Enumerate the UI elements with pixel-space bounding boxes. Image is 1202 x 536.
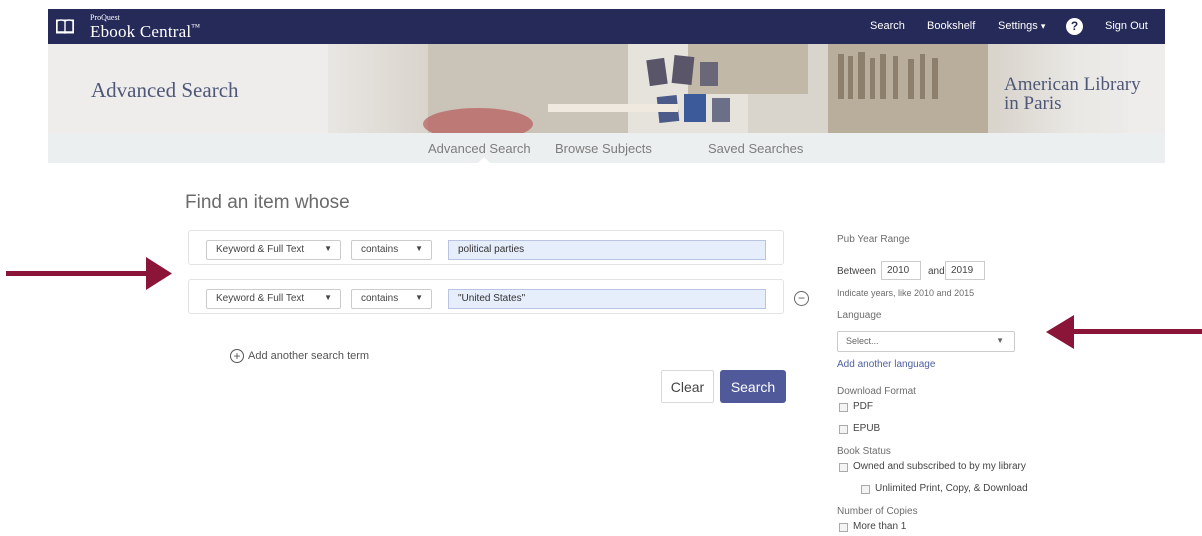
language-select-value: Select... [846,336,879,346]
tab-saved-searches[interactable]: Saved Searches [708,141,803,156]
unlimited-label: Unlimited Print, Copy, & Download [875,483,1028,494]
field-select[interactable]: Keyword & Full Text ▼ [206,240,341,260]
owned-checkbox[interactable] [839,463,848,472]
clear-button[interactable]: Clear [661,370,714,403]
settings-label: Settings [998,20,1038,32]
banner: Advanced Search American Library in Pari… [48,44,1165,133]
language-label: Language [837,310,882,321]
tab-browse-subjects[interactable]: Browse Subjects [555,141,652,156]
page-title: Advanced Search [91,78,239,102]
owned-label: Owned and subscribed to by my library [853,461,1026,472]
remove-row-icon[interactable]: − [794,291,809,306]
nav-signout-link[interactable]: Sign Out [1105,9,1148,44]
operator-select[interactable]: contains ▼ [351,289,432,309]
field-select[interactable]: Keyword & Full Text ▼ [206,289,341,309]
between-label: Between [837,266,876,277]
pdf-label: PDF [853,401,873,412]
sub-navigation: Advanced Search Browse Subjects Saved Se… [48,133,1165,163]
brand-ebook-central[interactable]: Ebook Central™ [90,22,200,42]
active-tab-caret [478,157,490,163]
epub-label: EPUB [853,423,881,434]
trademark: ™ [191,22,201,32]
help-icon[interactable]: ? [1066,18,1083,35]
left-annotation-arrow-icon [6,257,172,290]
operator-select-value: contains [361,293,399,304]
tab-advanced-search[interactable]: Advanced Search [428,141,531,156]
brand-name: Ebook Central [90,22,192,41]
search-term-input[interactable]: "United States" [448,289,766,309]
language-select[interactable]: Select... ▼ [837,331,1015,352]
book-status-label: Book Status [837,446,891,457]
library-name: American Library in Paris [1004,75,1141,113]
library-name-line2: in Paris [1004,93,1062,114]
search-row: Keyword & Full Text ▼ contains ▼ politic… [188,230,784,265]
chevron-down-icon: ▾ [1040,21,1046,31]
top-bar: ProQuest Ebook Central™ Search Bookshelf… [48,9,1165,44]
year-hint: Indicate years, like 2010 and 2015 [837,288,975,298]
pub-year-label: Pub Year Range [837,234,910,245]
add-search-term-link[interactable]: Add another search term [248,350,369,362]
search-row: Keyword & Full Text ▼ contains ▼ "United… [188,279,784,314]
search-term-input[interactable]: political parties [448,240,766,260]
more-than-one-checkbox[interactable] [839,523,848,532]
nav-search-link[interactable]: Search [870,9,905,44]
library-name-line1: American Library [1004,74,1141,95]
field-select-value: Keyword & Full Text [216,293,305,304]
operator-select-value: contains [361,244,399,255]
operator-select[interactable]: contains ▼ [351,240,432,260]
add-circle-icon[interactable]: + [230,349,244,363]
pdf-checkbox[interactable] [839,403,848,412]
nav-settings-menu[interactable]: Settings ▾ [998,9,1045,44]
dropdown-arrow-icon: ▼ [415,293,423,302]
more-than-one-label: More than 1 [853,521,907,532]
search-heading: Find an item whose [185,192,350,213]
search-button[interactable]: Search [720,370,786,403]
dropdown-arrow-icon: ▼ [415,244,423,253]
dropdown-arrow-icon: ▼ [996,336,1004,345]
page: ProQuest Ebook Central™ Search Bookshelf… [48,9,1165,536]
add-language-link[interactable]: Add another language [837,359,935,370]
to-year-input[interactable]: 2019 [945,261,985,280]
right-annotation-arrow-icon [1046,315,1202,349]
nav-bookshelf-link[interactable]: Bookshelf [927,9,975,44]
epub-checkbox[interactable] [839,425,848,434]
book-logo-icon[interactable] [56,17,74,35]
dropdown-arrow-icon: ▼ [324,244,332,253]
from-year-input[interactable]: 2010 [881,261,921,280]
dropdown-arrow-icon: ▼ [324,293,332,302]
field-select-value: Keyword & Full Text [216,244,305,255]
brand-proquest: ProQuest [90,13,120,22]
copies-label: Number of Copies [837,506,918,517]
download-format-label: Download Format [837,386,916,397]
unlimited-checkbox[interactable] [861,485,870,494]
and-label: and [928,266,945,277]
